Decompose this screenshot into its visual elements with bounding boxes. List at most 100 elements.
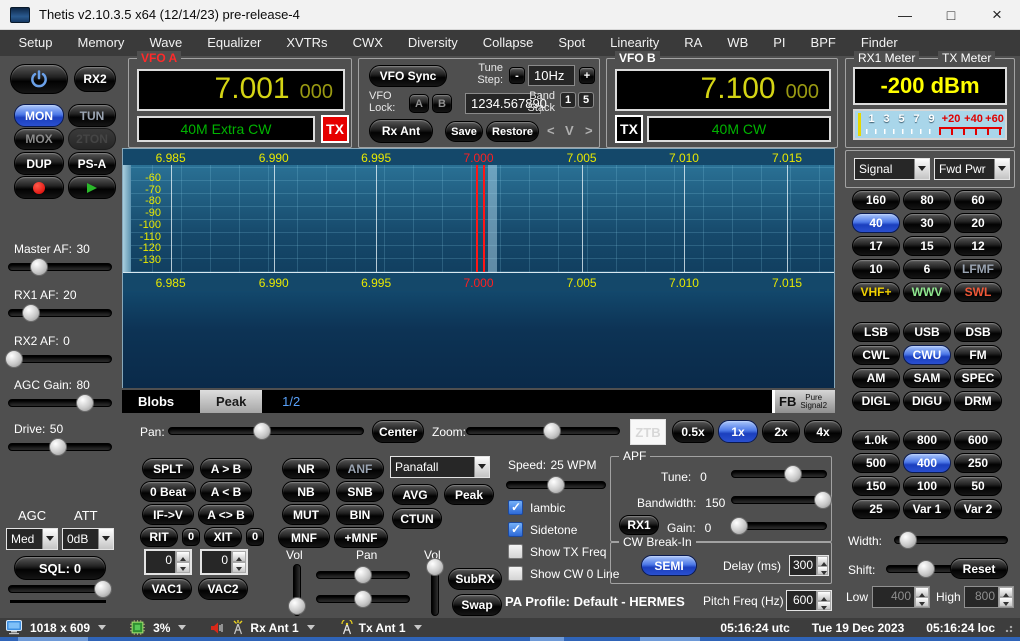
resolution-dropdown-icon[interactable] <box>98 625 106 634</box>
nr-button[interactable]: NR <box>282 458 330 479</box>
snb-button[interactable]: SNB <box>336 481 384 502</box>
zoom-4x-button[interactable]: 4x <box>804 420 842 443</box>
menu-pi[interactable]: PI <box>761 30 798 56</box>
menu-spot[interactable]: Spot <box>546 30 598 56</box>
mode-usb-button[interactable]: USB <box>903 322 951 342</box>
ztb-button[interactable]: ZTB <box>630 419 666 445</box>
mode-sam-button[interactable]: SAM <box>903 368 951 388</box>
master-af-slider[interactable] <box>8 258 112 276</box>
band-6-button[interactable]: 6 <box>903 259 951 279</box>
avg-button[interactable]: AVG <box>392 484 438 505</box>
power-button[interactable] <box>10 64 68 94</box>
filter-50-button[interactable]: 50 <box>954 476 1002 496</box>
band-stack-5-button[interactable]: 5 <box>578 92 594 108</box>
tune-step-down-button[interactable]: - <box>509 67 525 84</box>
mode-spec-button[interactable]: SPEC <box>954 368 1002 388</box>
mon-button[interactable]: MON <box>14 104 64 127</box>
agc-select-arrow-icon[interactable] <box>42 529 57 549</box>
resize-grip[interactable] <box>1005 623 1014 632</box>
tx-ant-dropdown-icon[interactable] <box>414 625 422 634</box>
cw-speed-slider[interactable] <box>506 476 606 494</box>
record-button[interactable] <box>14 176 64 199</box>
display-mode-select[interactable]: Panafall <box>390 456 490 478</box>
tun-button[interactable]: TUN <box>68 104 116 127</box>
shift-knob[interactable] <box>917 560 935 578</box>
minimize-button[interactable]: — <box>882 0 928 29</box>
delay-up-icon[interactable] <box>817 556 828 566</box>
band-17-button[interactable]: 17 <box>852 236 900 256</box>
a-to-b-button[interactable]: A > B <box>200 458 252 479</box>
spectrum-plot[interactable]: -60 -70 -80 -90 -100 -110 -120 -130 <box>123 165 834 273</box>
band-80-button[interactable]: 80 <box>903 190 951 210</box>
dup-button[interactable]: DUP <box>14 152 64 175</box>
cpu-dropdown-icon[interactable] <box>178 625 186 634</box>
vfo-a-frequency-display[interactable]: 7.001 000 <box>137 69 345 111</box>
restore-button[interactable]: Restore <box>486 121 539 142</box>
width-knob[interactable] <box>899 531 917 549</box>
rx-meter-arrow-icon[interactable] <box>914 159 929 179</box>
tx-meter-mode-select[interactable]: Fwd Pwr <box>934 158 1010 180</box>
rit-spinner[interactable]: 0 <box>144 549 192 575</box>
band-10-button[interactable]: 10 <box>852 259 900 279</box>
mode-digl-button[interactable]: DIGL <box>852 391 900 411</box>
filter-var2-button[interactable]: Var 2 <box>954 499 1002 519</box>
show-cw-zero-checkbox-row[interactable]: Show CW 0 Line <box>508 566 619 581</box>
menu-bpf[interactable]: BPF <box>798 30 848 56</box>
band-30-button[interactable]: 30 <box>903 213 951 233</box>
anf-button[interactable]: ANF <box>336 458 384 479</box>
drive-slider[interactable] <box>8 438 112 456</box>
show-tx-freq-checkbox[interactable] <box>508 544 523 559</box>
mode-cwu-button[interactable]: CWU <box>903 345 951 365</box>
delay-down-icon[interactable] <box>817 566 828 576</box>
mode-am-button[interactable]: AM <box>852 368 900 388</box>
play-button[interactable] <box>68 176 116 199</box>
zoom-1x-button[interactable]: 1x <box>718 420 758 443</box>
master-af-knob[interactable] <box>30 258 48 276</box>
apf-bandwidth-slider[interactable] <box>731 491 827 509</box>
filter-500-button[interactable]: 500 <box>852 453 900 473</box>
pan-slider[interactable] <box>168 422 364 440</box>
band-stack-1-button[interactable]: 1 <box>560 92 576 108</box>
peak-button[interactable]: Peak <box>444 484 494 505</box>
drive-knob[interactable] <box>49 438 67 456</box>
mox-button[interactable]: MOX <box>14 128 64 150</box>
save-button[interactable]: Save <box>445 121 483 142</box>
band-wwv-button[interactable]: WWV <box>903 282 951 302</box>
xit-spinner[interactable]: 0 <box>200 549 248 575</box>
split-button[interactable]: SPLT <box>142 458 194 479</box>
two-tone-button[interactable]: 2TON <box>68 128 116 150</box>
apf-tune-knob[interactable] <box>784 465 802 483</box>
pitch-down-icon[interactable] <box>817 601 831 611</box>
band-swl-button[interactable]: SWL <box>954 282 1002 302</box>
sub-pan-knob[interactable] <box>354 590 372 608</box>
show-cw-zero-checkbox[interactable] <box>508 566 523 581</box>
swap-button[interactable]: Swap <box>452 594 502 616</box>
mode-digu-button[interactable]: DIGU <box>903 391 951 411</box>
sidetone-checkbox-row[interactable]: Sidetone <box>508 522 577 537</box>
mode-fm-button[interactable]: FM <box>954 345 1002 365</box>
apf-bandwidth-knob[interactable] <box>814 491 832 509</box>
xit-down-icon[interactable] <box>232 562 246 573</box>
mode-drm-button[interactable]: DRM <box>954 391 1002 411</box>
xit-button[interactable]: XIT <box>204 527 242 547</box>
width-slider[interactable] <box>894 531 1008 549</box>
zoom-slider[interactable] <box>466 422 620 440</box>
vac2-button[interactable]: VAC2 <box>198 578 248 600</box>
menu-ra[interactable]: RA <box>672 30 715 56</box>
rx-ant-dropdown-icon[interactable] <box>307 625 315 634</box>
spectrum-display[interactable]: 6.985 6.990 6.995 7.000 7.005 7.010 7.01… <box>122 148 835 388</box>
iambic-checkbox[interactable] <box>508 500 523 515</box>
band-60-button[interactable]: 60 <box>954 190 1002 210</box>
filter-high-spinner[interactable]: 800 <box>964 586 1014 608</box>
blobs-toggle[interactable]: Blobs <box>138 394 174 409</box>
filter-var1-button[interactable]: Var 1 <box>903 499 951 519</box>
apf-gain-knob[interactable] <box>730 517 748 535</box>
band-40-button[interactable]: 40 <box>852 213 900 233</box>
mode-cwl-button[interactable]: CWL <box>852 345 900 365</box>
rx2-af-slider[interactable] <box>8 350 112 368</box>
center-button[interactable]: Center <box>372 420 424 443</box>
rx1-pan-slider[interactable] <box>316 566 410 584</box>
sub-vol-slider[interactable] <box>426 560 444 616</box>
apf-rx1-button[interactable]: RX1 <box>619 515 659 535</box>
fb-button[interactable]: FB <box>779 394 796 409</box>
